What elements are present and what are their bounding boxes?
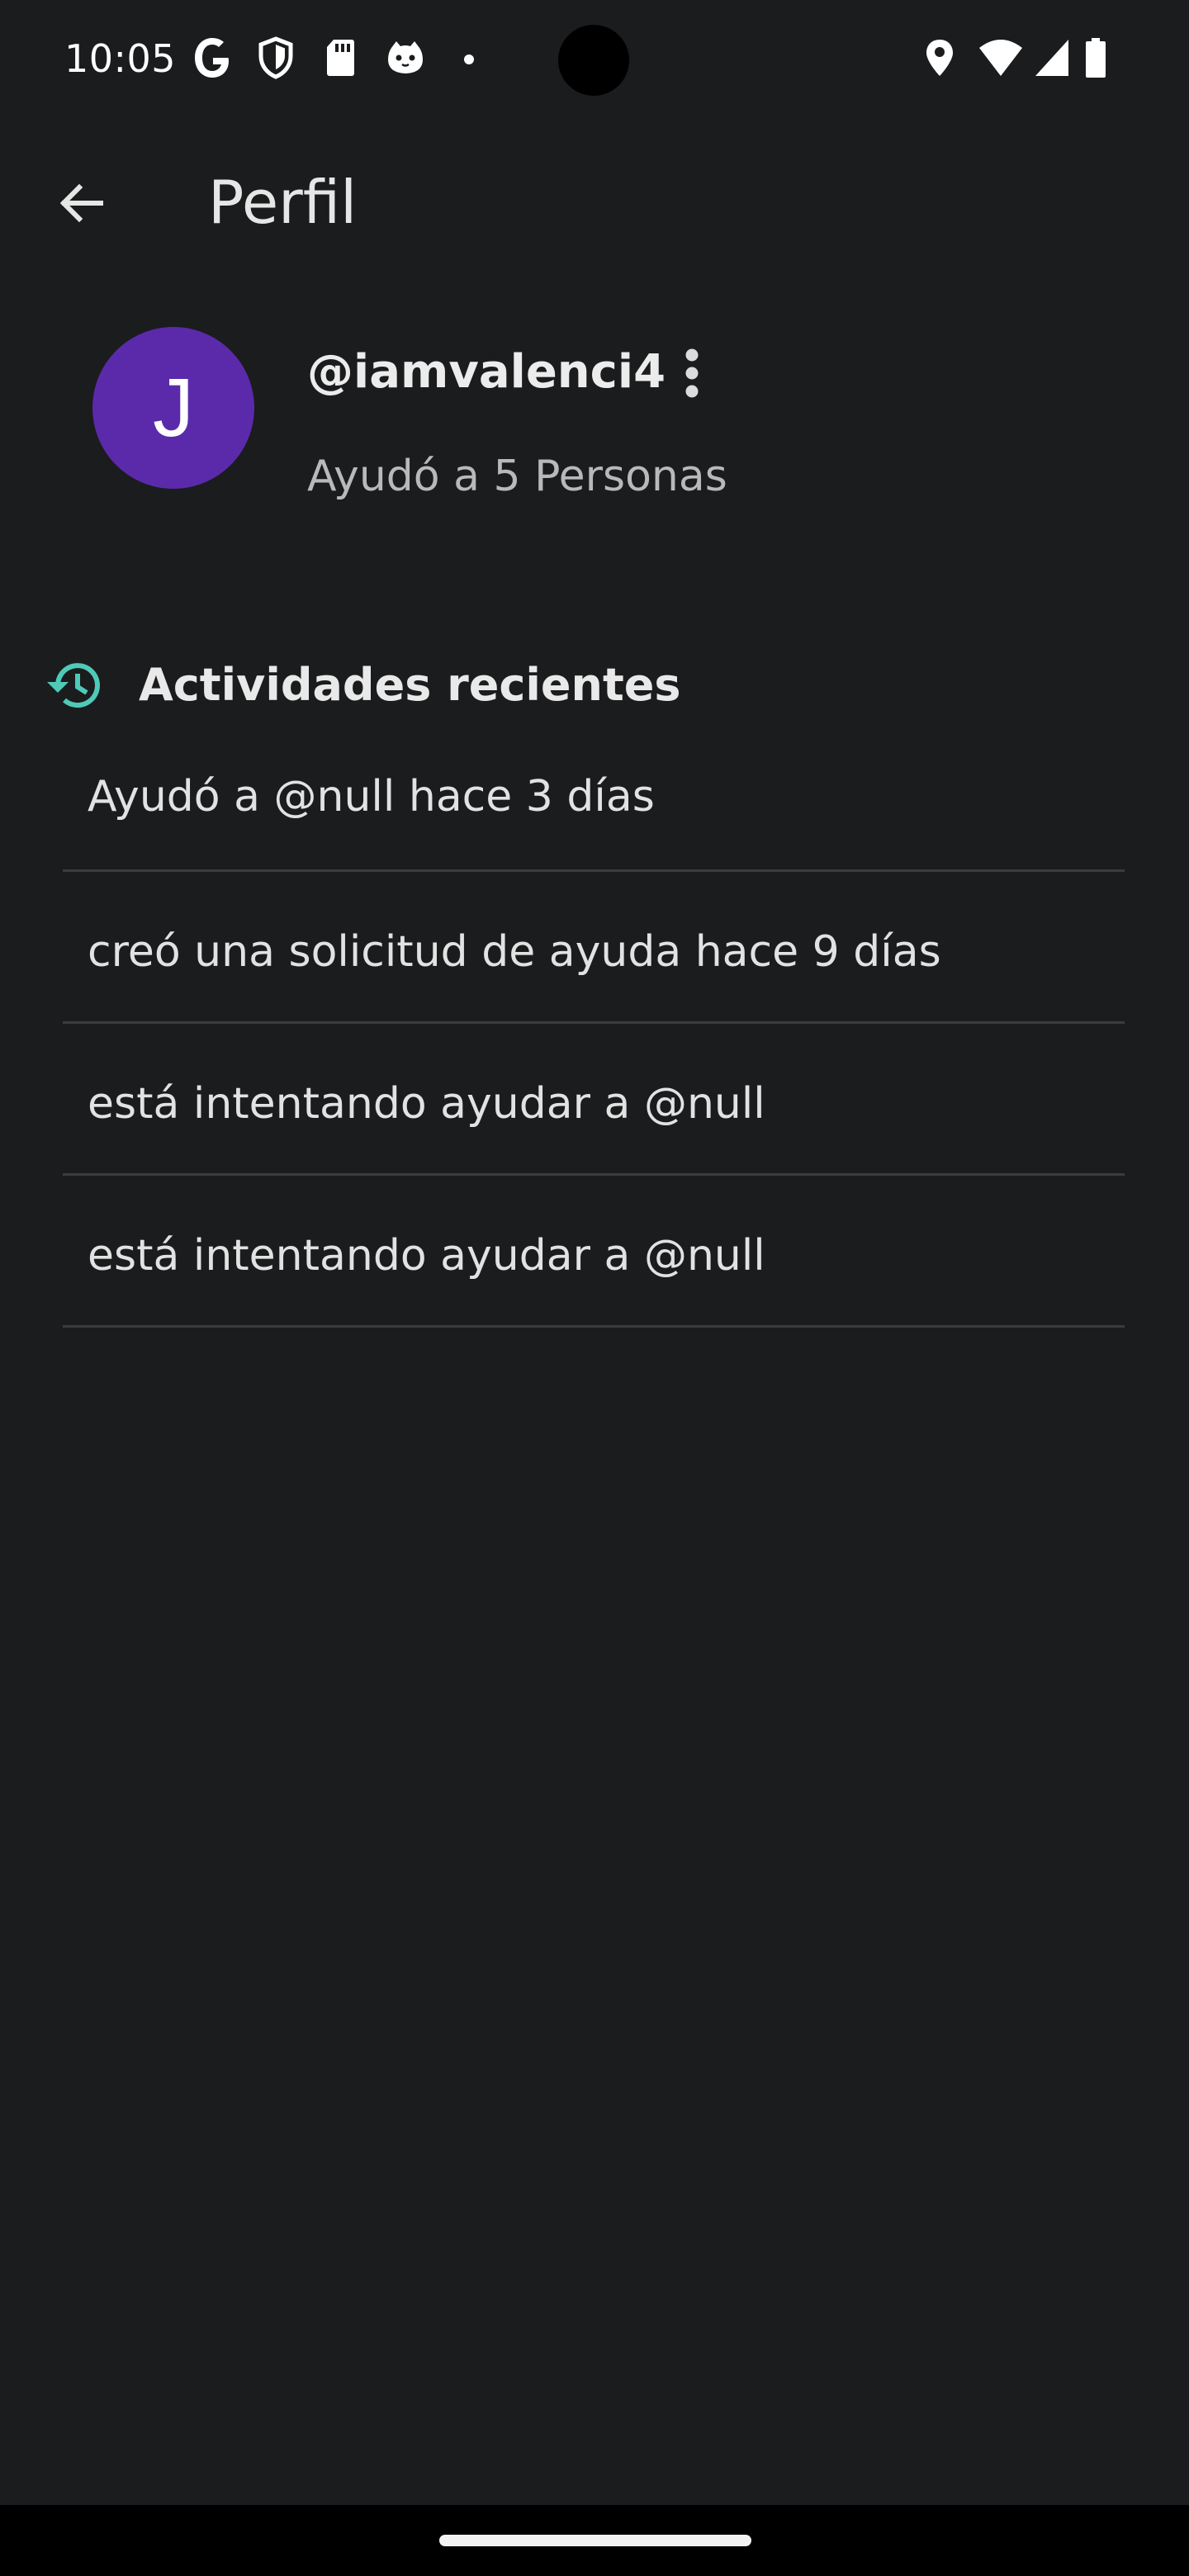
back-button[interactable] [48,170,114,236]
section-title: Actividades recientes [139,659,681,711]
arrow-back-icon [59,183,103,223]
activity-item[interactable]: Ayudó a @null hace 3 días [63,718,1125,872]
activity-item[interactable]: está intentando ayudar a @null [63,1024,1125,1176]
more-options-button[interactable] [666,340,718,406]
avatar: J [92,327,254,489]
helped-count: Ayudó a 5 Personas [307,452,727,501]
wifi-icon [979,40,1022,76]
activity-text: está intentando ayudar a @null [88,1231,765,1281]
more-vert-icon [685,348,699,398]
signal-icon [1035,40,1068,76]
cat-icon [388,41,423,73]
dot-icon [464,54,474,64]
status-bar: 10:05 [0,0,1189,116]
activity-text: creó una solicitud de ayuda hace 9 días [88,927,941,977]
username: @iamvalenci4 [307,345,666,399]
shield-icon [258,36,293,79]
sd-card-icon [327,40,354,76]
activity-text: está intentando ayudar a @null [88,1079,765,1129]
battery-icon [1086,38,1106,78]
navigation-bar [0,2505,1189,2576]
activity-text: Ayudó a @null hace 3 días [88,772,655,822]
recent-activities-header [43,652,107,718]
status-time: 10:05 [64,36,177,81]
activity-list: Ayudó a @null hace 3 días creó una solic… [63,718,1125,1328]
google-icon [195,38,229,78]
page-title: Perfil [208,168,358,237]
activity-item[interactable]: está intentando ayudar a @null [63,1176,1125,1328]
location-icon [926,40,953,76]
history-icon [47,663,100,708]
camera-cutout [558,25,629,96]
activity-item[interactable]: creó una solicitud de ayuda hace 9 días [63,872,1125,1024]
home-indicator[interactable] [439,2535,751,2546]
